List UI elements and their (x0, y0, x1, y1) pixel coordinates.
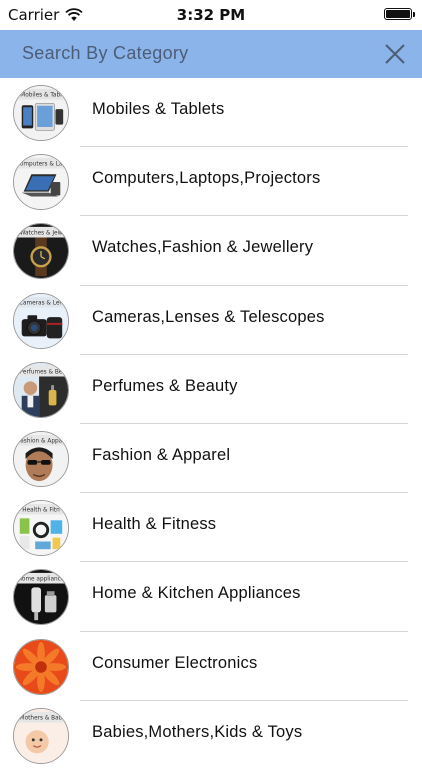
category-label: Perfumes & Beauty (92, 376, 238, 395)
category-item-home-kitchen[interactable]: Home appliance Home & Kitchen Appliances (0, 562, 422, 632)
status-bar: Carrier 3:32 PM (0, 0, 422, 30)
category-item-watches[interactable]: Watches & Jew Watches,Fashion & Jeweller… (0, 216, 422, 286)
category-label: Watches,Fashion & Jewellery (92, 238, 314, 257)
status-time: 3:32 PM (176, 6, 246, 24)
page-title: Search By Category (22, 43, 189, 63)
consumer-electronics-thumbnail (13, 638, 69, 695)
thumb-caption: Fashion & Appar (17, 439, 65, 445)
thumb-caption: Watches & Jew (20, 231, 63, 237)
header-bar: Search By Category (0, 30, 422, 78)
thumb-caption: Mobiles & Tabl (20, 93, 62, 99)
category-item-babies[interactable]: Mothers & Bab Babies,Mothers,Kids & Toys (0, 701, 422, 770)
thumb-caption: Home appliance (18, 577, 65, 583)
category-list: Mobiles & Tabl Mobiles & Tablets Compute… (0, 78, 422, 770)
category-label: Consumer Electronics (92, 653, 258, 672)
category-item-computers[interactable]: Computers & Lap Computers,Laptops,Projec… (0, 147, 422, 217)
category-label: Babies,Mothers,Kids & Toys (92, 722, 303, 741)
category-item-mobiles-tablets[interactable]: Mobiles & Tabl Mobiles & Tablets (0, 78, 422, 148)
thumb-caption: Perfumes & Be (20, 369, 63, 375)
health-thumbnail: Health & Fitn (13, 500, 69, 557)
thumb-caption: Computers & Lap (16, 162, 67, 168)
cameras-thumbnail: Cameras & Len (13, 292, 69, 349)
babies-thumbnail: Mothers & Bab (13, 707, 69, 764)
battery-icon (384, 8, 415, 20)
watches-thumbnail: Watches & Jew (13, 223, 69, 280)
category-label: Mobiles & Tablets (92, 100, 225, 118)
category-item-consumer-electronics[interactable]: Consumer Electronics (0, 632, 422, 701)
thumb-caption: Cameras & Len (19, 300, 63, 306)
category-item-cameras[interactable]: Cameras & Len Cameras,Lenses & Telescope… (0, 286, 422, 355)
close-icon[interactable] (380, 39, 410, 69)
home-kitchen-thumbnail: Home appliance (13, 569, 69, 626)
category-label: Health & Fitness (92, 515, 217, 534)
category-label: Computers,Laptops,Projectors (92, 169, 321, 188)
mobiles-tablets-thumbnail: Mobiles & Tabl (13, 85, 69, 141)
category-label: Cameras,Lenses & Telescopes (92, 307, 325, 326)
category-item-perfumes[interactable]: Perfumes & Be Perfumes & Beauty (0, 355, 422, 425)
perfumes-thumbnail: Perfumes & Be (13, 361, 69, 418)
category-label: Fashion & Apparel (92, 445, 231, 464)
category-item-fashion[interactable]: Fashion & Appar Fashion & Apparel (0, 424, 422, 494)
computers-thumbnail: Computers & Lap (13, 154, 69, 211)
thumb-caption: Health & Fitn (22, 508, 60, 514)
fashion-thumbnail: Fashion & Appar (13, 430, 69, 487)
thumb-caption: Mothers & Bab (20, 715, 63, 721)
category-item-health[interactable]: Health & Fitn Health & Fitness (0, 493, 422, 563)
category-label: Home & Kitchen Appliances (92, 584, 301, 603)
